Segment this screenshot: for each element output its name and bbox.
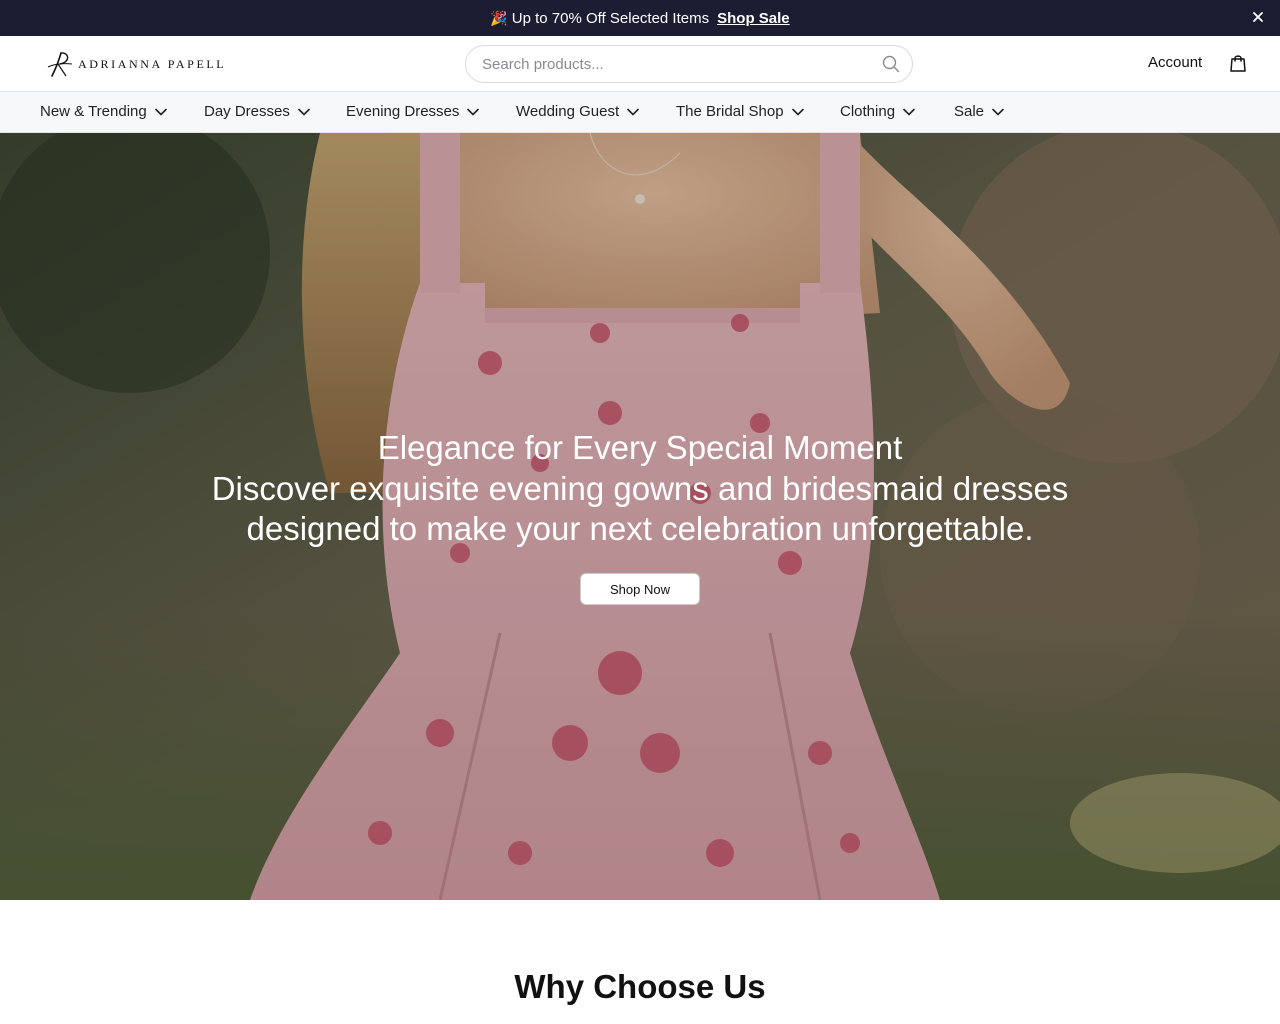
chevron-down-icon [992,108,1004,116]
site-header: ADRIANNA PAPELL Account [0,36,1280,92]
search-input[interactable] [482,46,872,82]
nav-item-day-dresses[interactable]: Day Dresses [204,103,310,120]
hero-banner: Elegance for Every Special Moment Discov… [0,133,1280,900]
party-emoji-icon: 🎉 [490,9,508,26]
chevron-down-icon [627,108,639,116]
logo-wordmark: ADRIANNA PAPELL [78,56,227,71]
hero-title: Elegance for Every Special Moment [377,429,903,466]
hero-subtitle: Discover exquisite evening gowns and bri… [211,470,1069,547]
brand-logo[interactable]: ADRIANNA PAPELL [46,50,226,78]
nav-item-wedding-guest[interactable]: Wedding Guest [516,103,639,120]
nav-item-clothing[interactable]: Clothing [840,103,915,120]
nav-item-evening-dresses[interactable]: Evening Dresses [346,103,480,120]
chevron-down-icon [903,108,915,116]
account-link[interactable]: Account [1148,54,1202,71]
nav-item-new-trending[interactable]: New & Trending [40,103,167,120]
nav-item-label: Clothing [840,103,896,120]
main-nav: New & Trending Day Dresses Evening Dress… [0,92,1280,133]
chevron-down-icon [154,108,167,116]
chevron-down-icon [791,108,804,116]
shopping-bag-icon[interactable] [1228,53,1248,73]
nav-item-sale[interactable]: Sale [954,103,1004,120]
nav-item-label: Day Dresses [204,103,290,120]
nav-item-label: Evening Dresses [346,103,460,120]
search-bar[interactable] [465,45,913,83]
nav-item-label: The Bridal Shop [676,103,784,120]
logo-monogram-icon [47,52,73,77]
nav-item-label: Wedding Guest [516,103,620,120]
chevron-down-icon [467,108,480,116]
shop-now-button[interactable]: Shop Now [580,573,700,605]
chevron-down-icon [298,108,310,116]
nav-item-label: Sale [954,103,985,120]
announcement-message: Up to 70% Off Selected Items [511,9,710,27]
search-icon[interactable] [882,55,900,73]
close-icon[interactable] [1250,9,1266,25]
shop-sale-link[interactable]: Shop Sale [717,10,790,27]
nav-item-bridal-shop[interactable]: The Bridal Shop [676,103,804,120]
nav-item-label: New & Trending [40,103,147,120]
announcement-bar: 🎉 Up to 70% Off Selected Items Shop Sale [0,0,1280,36]
why-choose-us-heading: Why Choose Us [514,968,766,1005]
